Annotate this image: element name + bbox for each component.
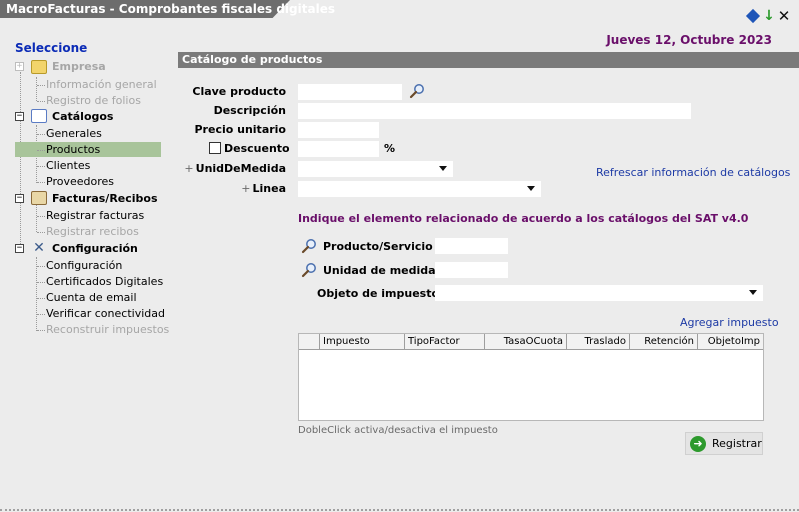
unidad-de-medida-text: UnidDeMedida (195, 162, 286, 175)
column-header-retencion[interactable]: Retención (629, 334, 697, 350)
column-header-traslado[interactable]: Traslado (566, 334, 629, 350)
unidad-de-medida-value (298, 162, 301, 175)
unidad-de-medida-label: + UnidDeMedida (180, 162, 286, 175)
search-icon[interactable] (409, 83, 425, 99)
current-date: Jueves 12, Octubre 2023 (606, 33, 772, 47)
folder-icon (31, 60, 47, 74)
column-header-objetoimp[interactable]: ObjetoImp (697, 334, 763, 350)
search-icon[interactable] (301, 238, 317, 254)
close-icon[interactable]: ✕ (777, 7, 791, 25)
sidebar-group-empresa[interactable]: Empresa (52, 60, 106, 73)
linea-text: Linea (252, 182, 287, 195)
collapse-toggle-catalogos[interactable]: − (15, 112, 24, 121)
sidebar-item-proveedores[interactable]: Proveedores (46, 174, 114, 190)
dropdown-arrow-icon (527, 186, 535, 191)
precio-unitario-label: Precio unitario (194, 123, 287, 136)
tree-branch (37, 216, 45, 217)
tree-branch (37, 166, 45, 167)
column-header-tipofactor[interactable]: TipoFactor (404, 334, 484, 350)
tree-branch (37, 330, 45, 331)
linea-label: + Linea (180, 182, 286, 195)
objeto-impuesto-value (435, 286, 438, 299)
descuento-label: Descuento (224, 142, 290, 155)
sidebar-item-configuracion[interactable]: Configuración (46, 258, 122, 274)
contact-card-icon (31, 191, 47, 205)
sidebar-group-facturas-recibos[interactable]: Facturas/Recibos (52, 192, 158, 205)
agregar-impuesto-link[interactable]: Agregar impuesto (680, 316, 779, 329)
descripcion-input[interactable] (298, 103, 691, 119)
sidebar-item-informacion-general[interactable]: Información general (46, 77, 157, 93)
clave-producto-label: Clave producto (192, 85, 286, 98)
tax-table-header: Impuesto TipoFactor TasaOCuota Traslado … (299, 334, 763, 350)
expand-toggle-empresa[interactable]: + (15, 62, 24, 71)
tree-branch (37, 85, 45, 86)
plus-mark: + (241, 182, 251, 195)
unidad-medida-sat-label: Unidad de medida (323, 264, 436, 277)
tree-line (36, 257, 37, 331)
column-header-select (299, 334, 319, 350)
clave-producto-input[interactable] (298, 84, 402, 100)
linea-value (298, 182, 301, 195)
download-arrow-icon[interactable]: ↓ (762, 8, 776, 24)
percent-unit: % (384, 142, 396, 155)
search-icon[interactable] (301, 262, 317, 278)
dropdown-arrow-icon (439, 166, 447, 171)
descuento-input[interactable] (298, 141, 379, 157)
sat-heading: Indique el elemento relacionado de acuer… (298, 212, 749, 225)
tree-branch (37, 266, 45, 267)
bottom-border (0, 509, 799, 511)
sidebar-item-certificados-digitales[interactable]: Certificados Digitales (46, 274, 163, 290)
tree-branch (37, 101, 45, 102)
panel-title: Catálogo de productos (178, 52, 799, 68)
collapse-toggle-facturas[interactable]: − (15, 194, 24, 203)
producto-servicio-input[interactable] (435, 238, 508, 254)
tree-line (20, 72, 21, 252)
column-header-impuesto[interactable]: Impuesto (319, 334, 404, 350)
objeto-impuesto-label: Objeto de impuesto (317, 287, 440, 300)
tree-branch (37, 134, 45, 135)
tree-branch (37, 150, 45, 151)
tree-line (36, 205, 37, 232)
registrar-button-label: Registrar (712, 437, 762, 450)
sidebar-item-cuenta-de-email[interactable]: Cuenta de email (46, 290, 137, 306)
objeto-impuesto-select[interactable] (435, 285, 763, 301)
column-header-tasaocuota[interactable]: TasaOCuota (484, 334, 566, 350)
linea-select[interactable] (298, 181, 541, 197)
sidebar-item-generales[interactable]: Generales (46, 126, 102, 142)
tree-branch (37, 314, 45, 315)
sidebar-heading: Seleccione (15, 41, 88, 55)
sidebar-item-productos[interactable]: Productos (46, 142, 100, 158)
sidebar-group-configuracion[interactable]: Configuración (52, 242, 138, 255)
tree-branch (37, 298, 45, 299)
tree-line (36, 77, 37, 101)
arrow-right-circle-icon: ➜ (690, 435, 706, 452)
tax-table[interactable]: Impuesto TipoFactor TasaOCuota Traslado … (298, 333, 764, 421)
tree-branch (37, 232, 45, 233)
sidebar-item-registro-de-folios[interactable]: Registro de folios (46, 93, 141, 109)
collapse-toggle-configuracion[interactable]: − (15, 244, 24, 253)
sidebar-item-registrar-recibos[interactable]: Registrar recibos (46, 224, 139, 240)
sidebar-item-registrar-facturas[interactable]: Registrar facturas (46, 208, 144, 224)
sidebar-group-catalogos[interactable]: Catálogos (52, 110, 113, 123)
info-icon[interactable] (745, 8, 761, 24)
document-icon (31, 109, 47, 123)
window-title: MacroFacturas - Comprobantes fiscales di… (6, 2, 335, 16)
dropdown-arrow-icon (749, 290, 757, 295)
descripcion-label: Descripción (213, 104, 286, 117)
sidebar-item-clientes[interactable]: Clientes (46, 158, 90, 174)
tools-icon: ✕ (33, 240, 45, 256)
precio-unitario-input[interactable] (298, 122, 379, 138)
sidebar-item-verificar-conectividad[interactable]: Verificar conectividad (46, 306, 165, 322)
unidad-medida-sat-input[interactable] (435, 262, 508, 278)
descuento-checkbox[interactable] (209, 142, 221, 154)
tree-branch (37, 282, 45, 283)
unidad-de-medida-select[interactable] (298, 161, 453, 177)
refrescar-catalogos-link[interactable]: Refrescar información de catálogos (596, 166, 790, 179)
sidebar-item-reconstruir-impuestos[interactable]: Reconstruir impuestos (46, 322, 169, 338)
registrar-button[interactable]: ➜ Registrar (685, 432, 763, 455)
tax-table-hint: DobleClick activa/desactiva el impuesto (298, 425, 498, 436)
tree-branch (37, 182, 45, 183)
plus-mark: + (184, 162, 194, 175)
producto-servicio-label: Producto/Servicio (323, 240, 433, 253)
